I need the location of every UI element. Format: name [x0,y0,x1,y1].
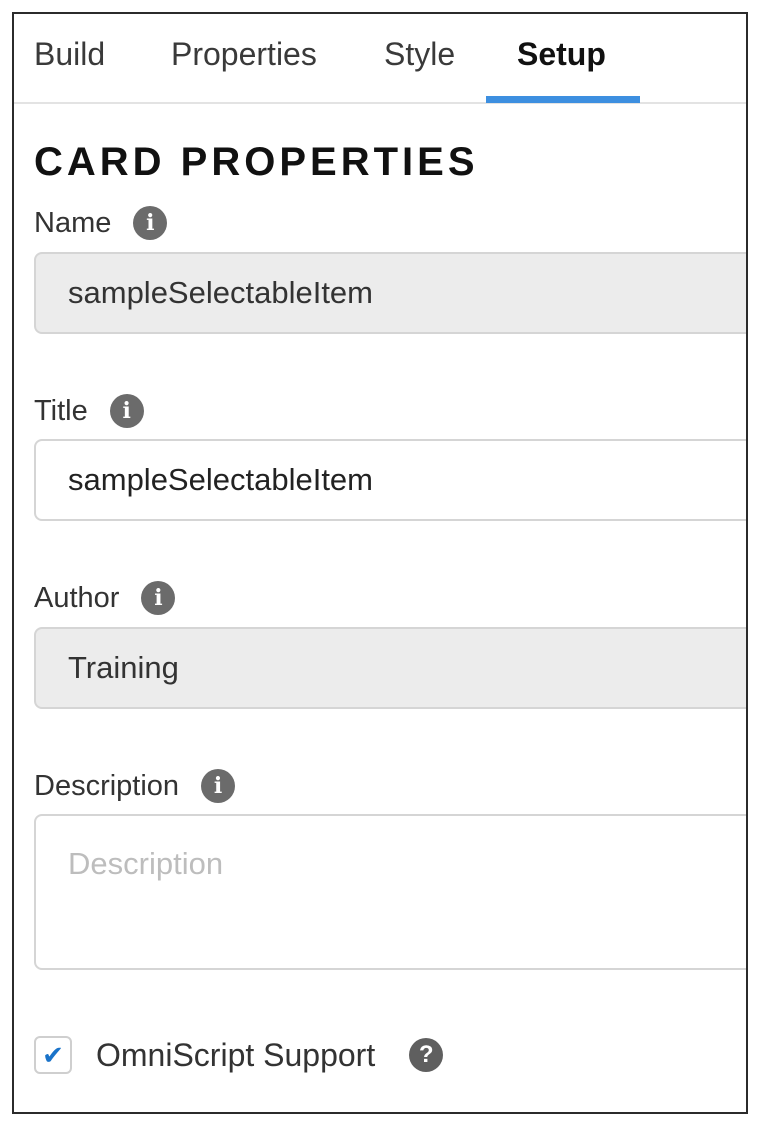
name-label-row: Name i [34,206,168,240]
author-value: Training [68,650,179,685]
setup-panel: Build Properties Style Setup CARD PROPER… [12,12,748,1114]
omniscript-support-label: OmniScript Support [96,1036,376,1073]
section-title: CARD PROPERTIES [34,140,479,184]
checkmark-icon: ✔ [42,1039,64,1070]
name-label: Name [34,206,112,239]
info-icon[interactable]: i [201,769,236,803]
omniscript-support-checkbox[interactable]: ✔ [34,1036,72,1074]
question-circle-icon[interactable]: ? [409,1038,444,1072]
description-placeholder: Description [68,846,224,881]
author-label-row: Author i [34,581,176,615]
info-icon[interactable]: i [133,206,168,240]
omniscript-support-row: ✔ OmniScript Support ? [34,1036,444,1074]
author-field[interactable]: Training [34,627,746,709]
info-icon[interactable]: i [141,581,176,615]
title-label: Title [34,394,88,427]
description-field[interactable]: Description [34,814,746,970]
tab-properties[interactable]: Properties [171,36,317,73]
active-tab-indicator [486,96,640,103]
tab-bar: Build Properties Style Setup [14,14,746,104]
info-icon[interactable]: i [109,394,144,428]
tab-setup[interactable]: Setup [517,36,606,73]
author-label: Author [34,581,120,614]
name-value: sampleSelectableItem [68,275,373,310]
description-label: Description [34,769,180,802]
title-value: sampleSelectableItem [68,462,373,497]
title-field[interactable]: sampleSelectableItem [34,439,746,521]
name-field[interactable]: sampleSelectableItem [34,252,746,334]
description-label-row: Description i [34,769,236,803]
tab-build[interactable]: Build [34,36,105,73]
title-label-row: Title i [34,394,144,428]
tab-style[interactable]: Style [384,36,455,73]
